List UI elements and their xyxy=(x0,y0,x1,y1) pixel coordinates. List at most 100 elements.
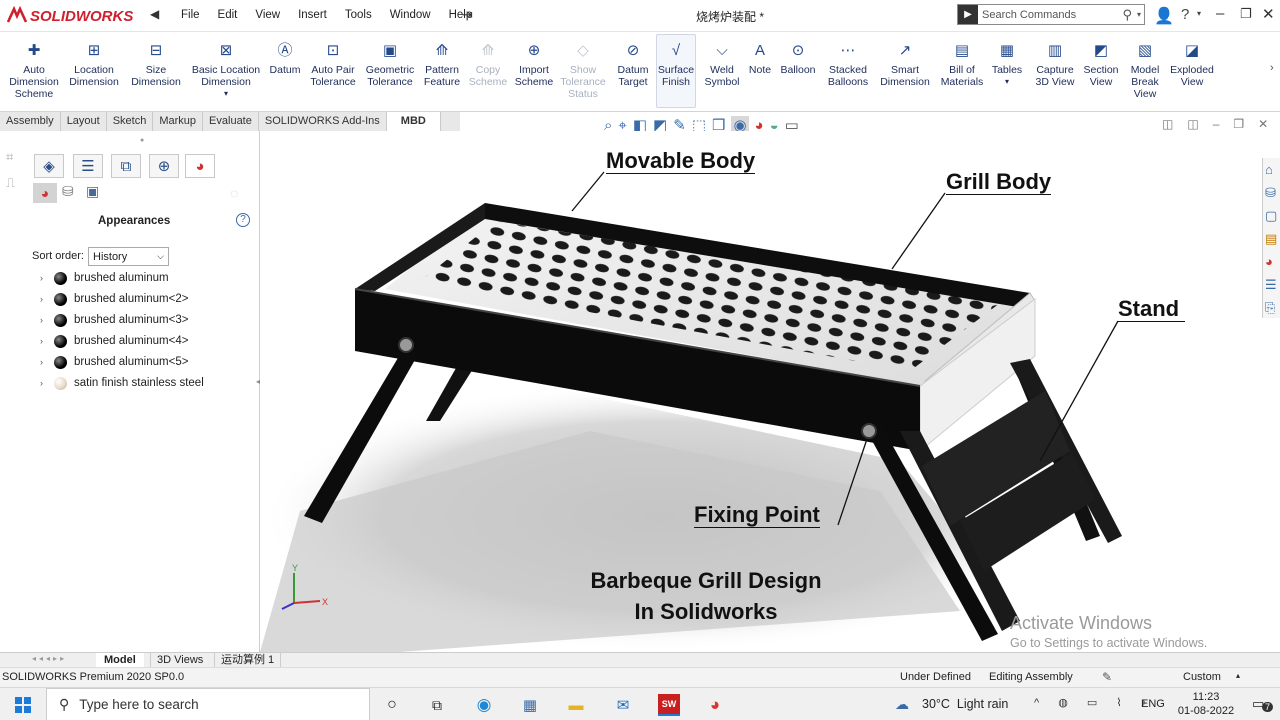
chevron-down-icon[interactable]: ▾ xyxy=(224,88,228,100)
search-commands-input[interactable]: ▶ Search Commands ⚲ ▾ xyxy=(957,4,1145,25)
tool-copy-scheme[interactable]: ⟰ Copy Scheme xyxy=(469,40,508,88)
chevron-down-icon[interactable]: ▾ xyxy=(1005,76,1009,88)
tab-configuration-manager[interactable]: ⧉ xyxy=(111,154,141,178)
tab-model[interactable]: Model xyxy=(96,653,144,667)
tool-auto-dimension[interactable]: ✚ Auto Dimension Scheme xyxy=(8,40,60,100)
cortana-icon[interactable]: ○ xyxy=(381,694,403,716)
solidworks-taskbar-icon[interactable]: SW xyxy=(658,694,680,716)
tab-layout[interactable]: Layout xyxy=(61,112,107,131)
tab-sketch[interactable]: Sketch xyxy=(107,112,154,131)
tool-note[interactable]: A Note xyxy=(746,40,774,76)
rebuild-icon[interactable]: ✎ xyxy=(1102,670,1112,684)
toolbar-more-icon[interactable]: › xyxy=(1270,62,1274,74)
menu-collapse-icon[interactable]: ◀ xyxy=(150,7,159,21)
language-indicator[interactable]: ENG xyxy=(1141,698,1165,710)
appearance-item[interactable]: › brushed aluminum xyxy=(40,268,169,288)
tool-stacked-balloons[interactable]: ⋯ Stacked Balloons xyxy=(826,40,870,88)
tab-feature-manager[interactable]: ◈ xyxy=(34,154,64,178)
tab-add-ins[interactable]: SOLIDWORKS Add-Ins xyxy=(259,112,387,131)
menu-view[interactable]: View xyxy=(246,0,289,30)
panel-toggle-icon[interactable]: ⌗ xyxy=(6,149,13,165)
tool-import-scheme[interactable]: ⊕ Import Scheme xyxy=(512,40,556,88)
menu-edit[interactable]: Edit xyxy=(209,0,247,30)
close-icon[interactable]: ✕ xyxy=(1262,5,1275,23)
tool-smart-dimension[interactable]: ↗ Smart Dimension xyxy=(880,40,930,88)
minimize-icon[interactable]: – xyxy=(1216,5,1224,22)
pin-icon[interactable]: ⇥ xyxy=(462,7,473,23)
edge-icon[interactable]: ◉ xyxy=(473,694,495,716)
appearance-item[interactable]: › satin finish stainless steel xyxy=(40,373,204,393)
restore-icon[interactable]: ❐ xyxy=(1240,6,1252,22)
forum-icon[interactable]: ⎘ xyxy=(1265,300,1275,316)
appearance-item[interactable]: › brushed aluminum<3> xyxy=(40,310,188,330)
view-palette-icon[interactable]: ▤ xyxy=(1265,231,1277,247)
search-dropdown-icon[interactable]: ▾ xyxy=(1134,10,1144,19)
tool-balloon[interactable]: ⊙ Balloon xyxy=(778,40,818,76)
panel-splitter[interactable]: ● xyxy=(140,137,144,144)
weather-icon[interactable]: ☁ xyxy=(895,696,909,713)
tab-motion-study[interactable]: 运动算例 1 xyxy=(214,653,282,667)
expand-arrow-icon[interactable]: › xyxy=(40,273,54,283)
file-explorer-icon[interactable]: ▢ xyxy=(1265,208,1277,224)
expand-arrow-icon[interactable]: › xyxy=(40,378,54,388)
expand-arrow-icon[interactable]: › xyxy=(40,336,54,346)
units-dropdown-icon[interactable]: ▴ xyxy=(1236,671,1240,680)
tool-capture-3d-view[interactable]: ▥ Capture 3D View xyxy=(1032,40,1078,88)
expand-arrow-icon[interactable]: › xyxy=(40,315,54,325)
tool-weld-symbol[interactable]: ⌵ Weld Symbol xyxy=(702,40,742,88)
tab-property-manager[interactable]: ☰ xyxy=(73,154,103,178)
tool-section-view[interactable]: ◩ Section View xyxy=(1082,40,1120,88)
taskbar-search[interactable]: ⚲ Type here to search xyxy=(46,688,370,720)
mail-icon[interactable]: ✉ xyxy=(612,694,634,716)
tab-dimxpert-manager[interactable]: ⊕ xyxy=(149,154,179,178)
design-library-icon[interactable]: ⛁ xyxy=(1265,185,1276,201)
custom-properties-icon[interactable]: ☰ xyxy=(1265,277,1277,293)
tool-bill-of-materials[interactable]: ▤ Bill of Materials xyxy=(940,40,984,88)
user-icon[interactable]: 👤 xyxy=(1154,6,1174,26)
menu-window[interactable]: Window xyxy=(381,0,440,30)
weather-text[interactable]: 30°C Light rain xyxy=(922,697,1008,711)
tool-pattern-feature[interactable]: ⟰ Pattern Feature xyxy=(420,40,464,88)
file-explorer-taskbar-icon[interactable]: ▬ xyxy=(565,694,587,716)
task-view-icon[interactable]: ⧉ xyxy=(426,694,448,716)
tool-show-tolerance-status[interactable]: ◇ Show Tolerance Status xyxy=(560,40,606,100)
expand-arrow-icon[interactable]: › xyxy=(40,357,54,367)
tab-evaluate[interactable]: Evaluate xyxy=(203,112,259,131)
tool-datum[interactable]: Ⓐ Datum xyxy=(266,40,304,76)
tool-size-dimension[interactable]: ⊟ Size Dimension xyxy=(130,40,182,88)
tool-basic-location-dimension[interactable]: ⊠ Basic Location Dimension ▾ xyxy=(188,40,264,100)
tool-auto-pair-tolerance[interactable]: ⊡ Auto Pair Tolerance xyxy=(308,40,358,88)
tab-scroll-arrows[interactable]: ◂◂◂▸▸ xyxy=(32,654,67,663)
appearance-item[interactable]: › brushed aluminum<4> xyxy=(40,331,188,351)
appearance-view-icon[interactable]: ◕ xyxy=(33,183,57,203)
decal-view-icon[interactable]: ⛁ xyxy=(62,183,74,200)
menu-help[interactable]: Help xyxy=(440,0,482,30)
tool-location-dimension[interactable]: ⊞ Location Dimension xyxy=(68,40,120,88)
tab-display-manager[interactable]: ◕ xyxy=(185,154,215,178)
tab-markup[interactable]: Markup xyxy=(153,112,204,131)
clock[interactable]: 11:23 01-08-2022 xyxy=(1172,690,1240,718)
menu-insert[interactable]: Insert xyxy=(289,0,336,30)
tool-tables[interactable]: ▦ Tables ▾ xyxy=(990,40,1024,88)
tool-model-break-view[interactable]: ▧ Model Break View xyxy=(1126,40,1164,100)
windows-start-icon[interactable] xyxy=(12,694,34,716)
help-icon[interactable]: ? xyxy=(1181,6,1189,23)
system-tray-icons[interactable]: ^ ◍ ▭ ⌇ ♪ xyxy=(1034,696,1154,709)
menu-tools[interactable]: Tools xyxy=(336,0,381,30)
appearances-scenes-icon[interactable]: ◕ xyxy=(1265,254,1273,269)
menu-file[interactable]: File xyxy=(172,0,209,30)
appearance-item[interactable]: › brushed aluminum<2> xyxy=(40,289,188,309)
sort-order-select[interactable]: History ⌵ xyxy=(88,247,169,266)
panel-toggle-2-icon[interactable]: ⎍ xyxy=(6,175,15,191)
tab-assembly[interactable]: Assembly xyxy=(0,112,61,131)
appearance-item[interactable]: › brushed aluminum<5> xyxy=(40,352,188,372)
store-icon[interactable]: ▦ xyxy=(519,694,541,716)
tab-mbd[interactable]: MBD xyxy=(386,112,441,131)
tool-datum-target[interactable]: ⊘ Datum Target xyxy=(614,40,652,88)
tool-geometric-tolerance[interactable]: ▣ Geometric Tolerance xyxy=(364,40,416,88)
panel-help-icon[interactable]: ? xyxy=(236,213,250,227)
solidworks-logo[interactable]: SOLIDWORKS xyxy=(6,5,142,27)
status-units[interactable]: Custom xyxy=(1183,671,1221,683)
tool-surface-finish[interactable]: √ Surface Finish xyxy=(656,34,696,108)
graphics-area[interactable]: Y X Movable Body Grill Body Stand Fixing… xyxy=(260,131,1280,652)
